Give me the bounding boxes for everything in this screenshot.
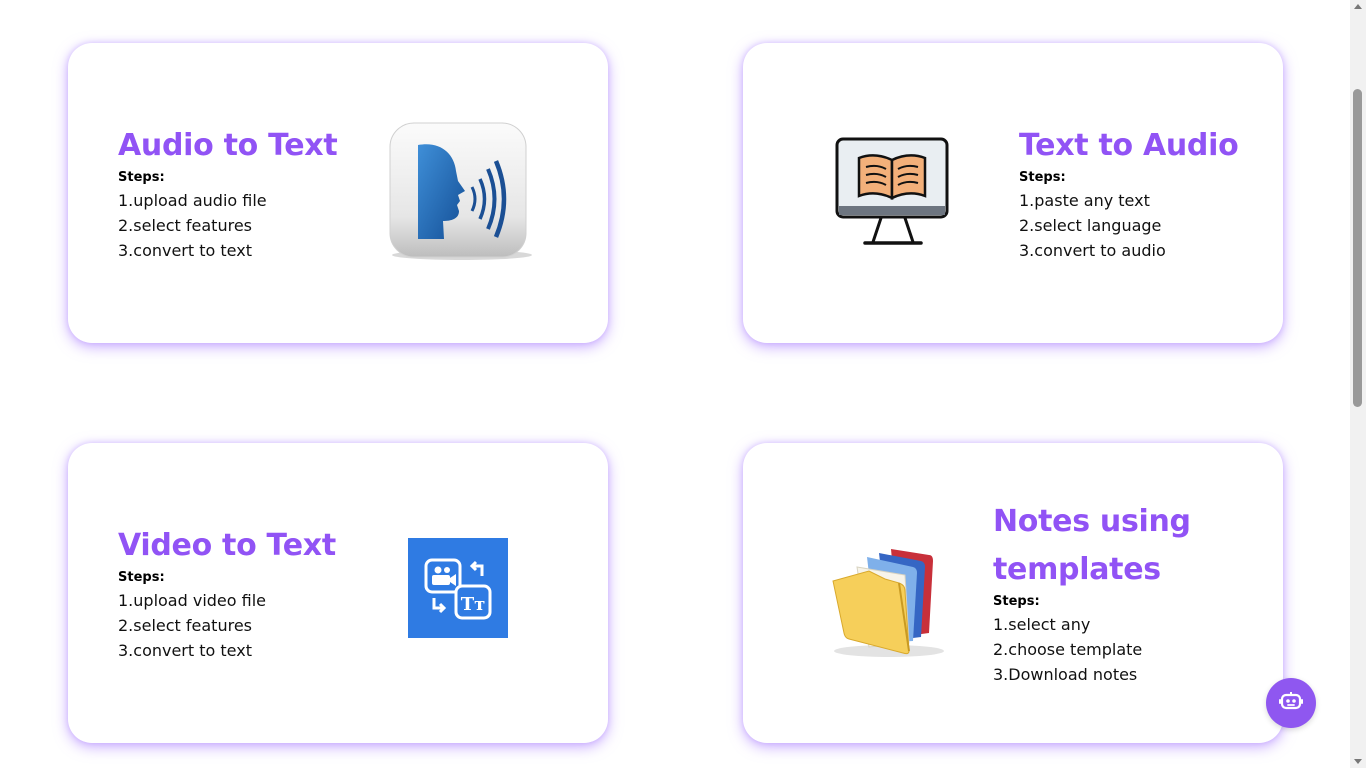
- card-text: Notes using templates Steps: 1.select an…: [993, 498, 1223, 687]
- step-item: 3.convert to text: [118, 641, 252, 660]
- card-notes-using-templates[interactable]: Notes using templates Steps: 1.select an…: [743, 443, 1283, 743]
- step-item: 1.upload audio file: [118, 191, 267, 210]
- card-text: Audio to Text Steps: 1.upload audio file…: [118, 122, 338, 263]
- folders-icon: [829, 543, 955, 659]
- steps-list: 1.paste any text 2.select language 3.con…: [1019, 188, 1238, 263]
- step-item: 2.choose template: [993, 640, 1143, 659]
- card-text: Video to Text Steps: 1.upload video file…: [118, 522, 336, 663]
- svg-text:Tт: Tт: [461, 594, 486, 615]
- step-item: 3.convert to text: [118, 241, 252, 260]
- card-title: Video to Text: [118, 528, 336, 563]
- steps-label: Steps:: [118, 170, 165, 185]
- steps-label: Steps:: [993, 594, 1040, 609]
- video-text-convert-icon: Tт: [408, 538, 508, 638]
- steps-list: 1.upload audio file 2.select features 3.…: [118, 188, 337, 263]
- step-item: 2.select features: [118, 616, 252, 635]
- step-item: 2.select language: [1019, 216, 1162, 235]
- chatbot-button[interactable]: [1266, 678, 1316, 728]
- scroll-down-arrow[interactable]: [1354, 759, 1362, 764]
- card-text-to-audio[interactable]: Text to Audio Steps: 1.paste any text 2.…: [743, 43, 1283, 343]
- speaking-head-icon: [388, 121, 536, 263]
- scrollbar-thumb[interactable]: [1353, 89, 1362, 407]
- monitor-book-icon: [835, 136, 951, 250]
- steps-label: Steps:: [1019, 170, 1066, 185]
- robot-icon: [1279, 690, 1303, 716]
- step-item: 3.convert to audio: [1019, 241, 1166, 260]
- card-text: Text to Audio Steps: 1.paste any text 2.…: [1019, 122, 1239, 263]
- steps-list: 1.upload video file 2.select features 3.…: [118, 588, 336, 663]
- card-video-to-text[interactable]: Video to Text Steps: 1.upload video file…: [68, 443, 608, 743]
- card-title: Notes using templates: [993, 504, 1191, 587]
- step-item: 3.Download notes: [993, 665, 1138, 684]
- card-audio-to-text[interactable]: Audio to Text Steps: 1.upload audio file…: [68, 43, 608, 343]
- step-item: 2.select features: [118, 216, 252, 235]
- step-item: 1.select any: [993, 615, 1091, 634]
- card-title: Text to Audio: [1019, 128, 1239, 163]
- scroll-up-arrow[interactable]: [1354, 4, 1362, 9]
- vertical-scrollbar[interactable]: [1350, 0, 1366, 768]
- steps-label: Steps:: [118, 570, 165, 585]
- card-title: Audio to Text: [118, 128, 338, 163]
- step-item: 1.paste any text: [1019, 191, 1150, 210]
- step-item: 1.upload video file: [118, 591, 266, 610]
- steps-list: 1.select any 2.choose template 3.Downloa…: [993, 612, 1223, 687]
